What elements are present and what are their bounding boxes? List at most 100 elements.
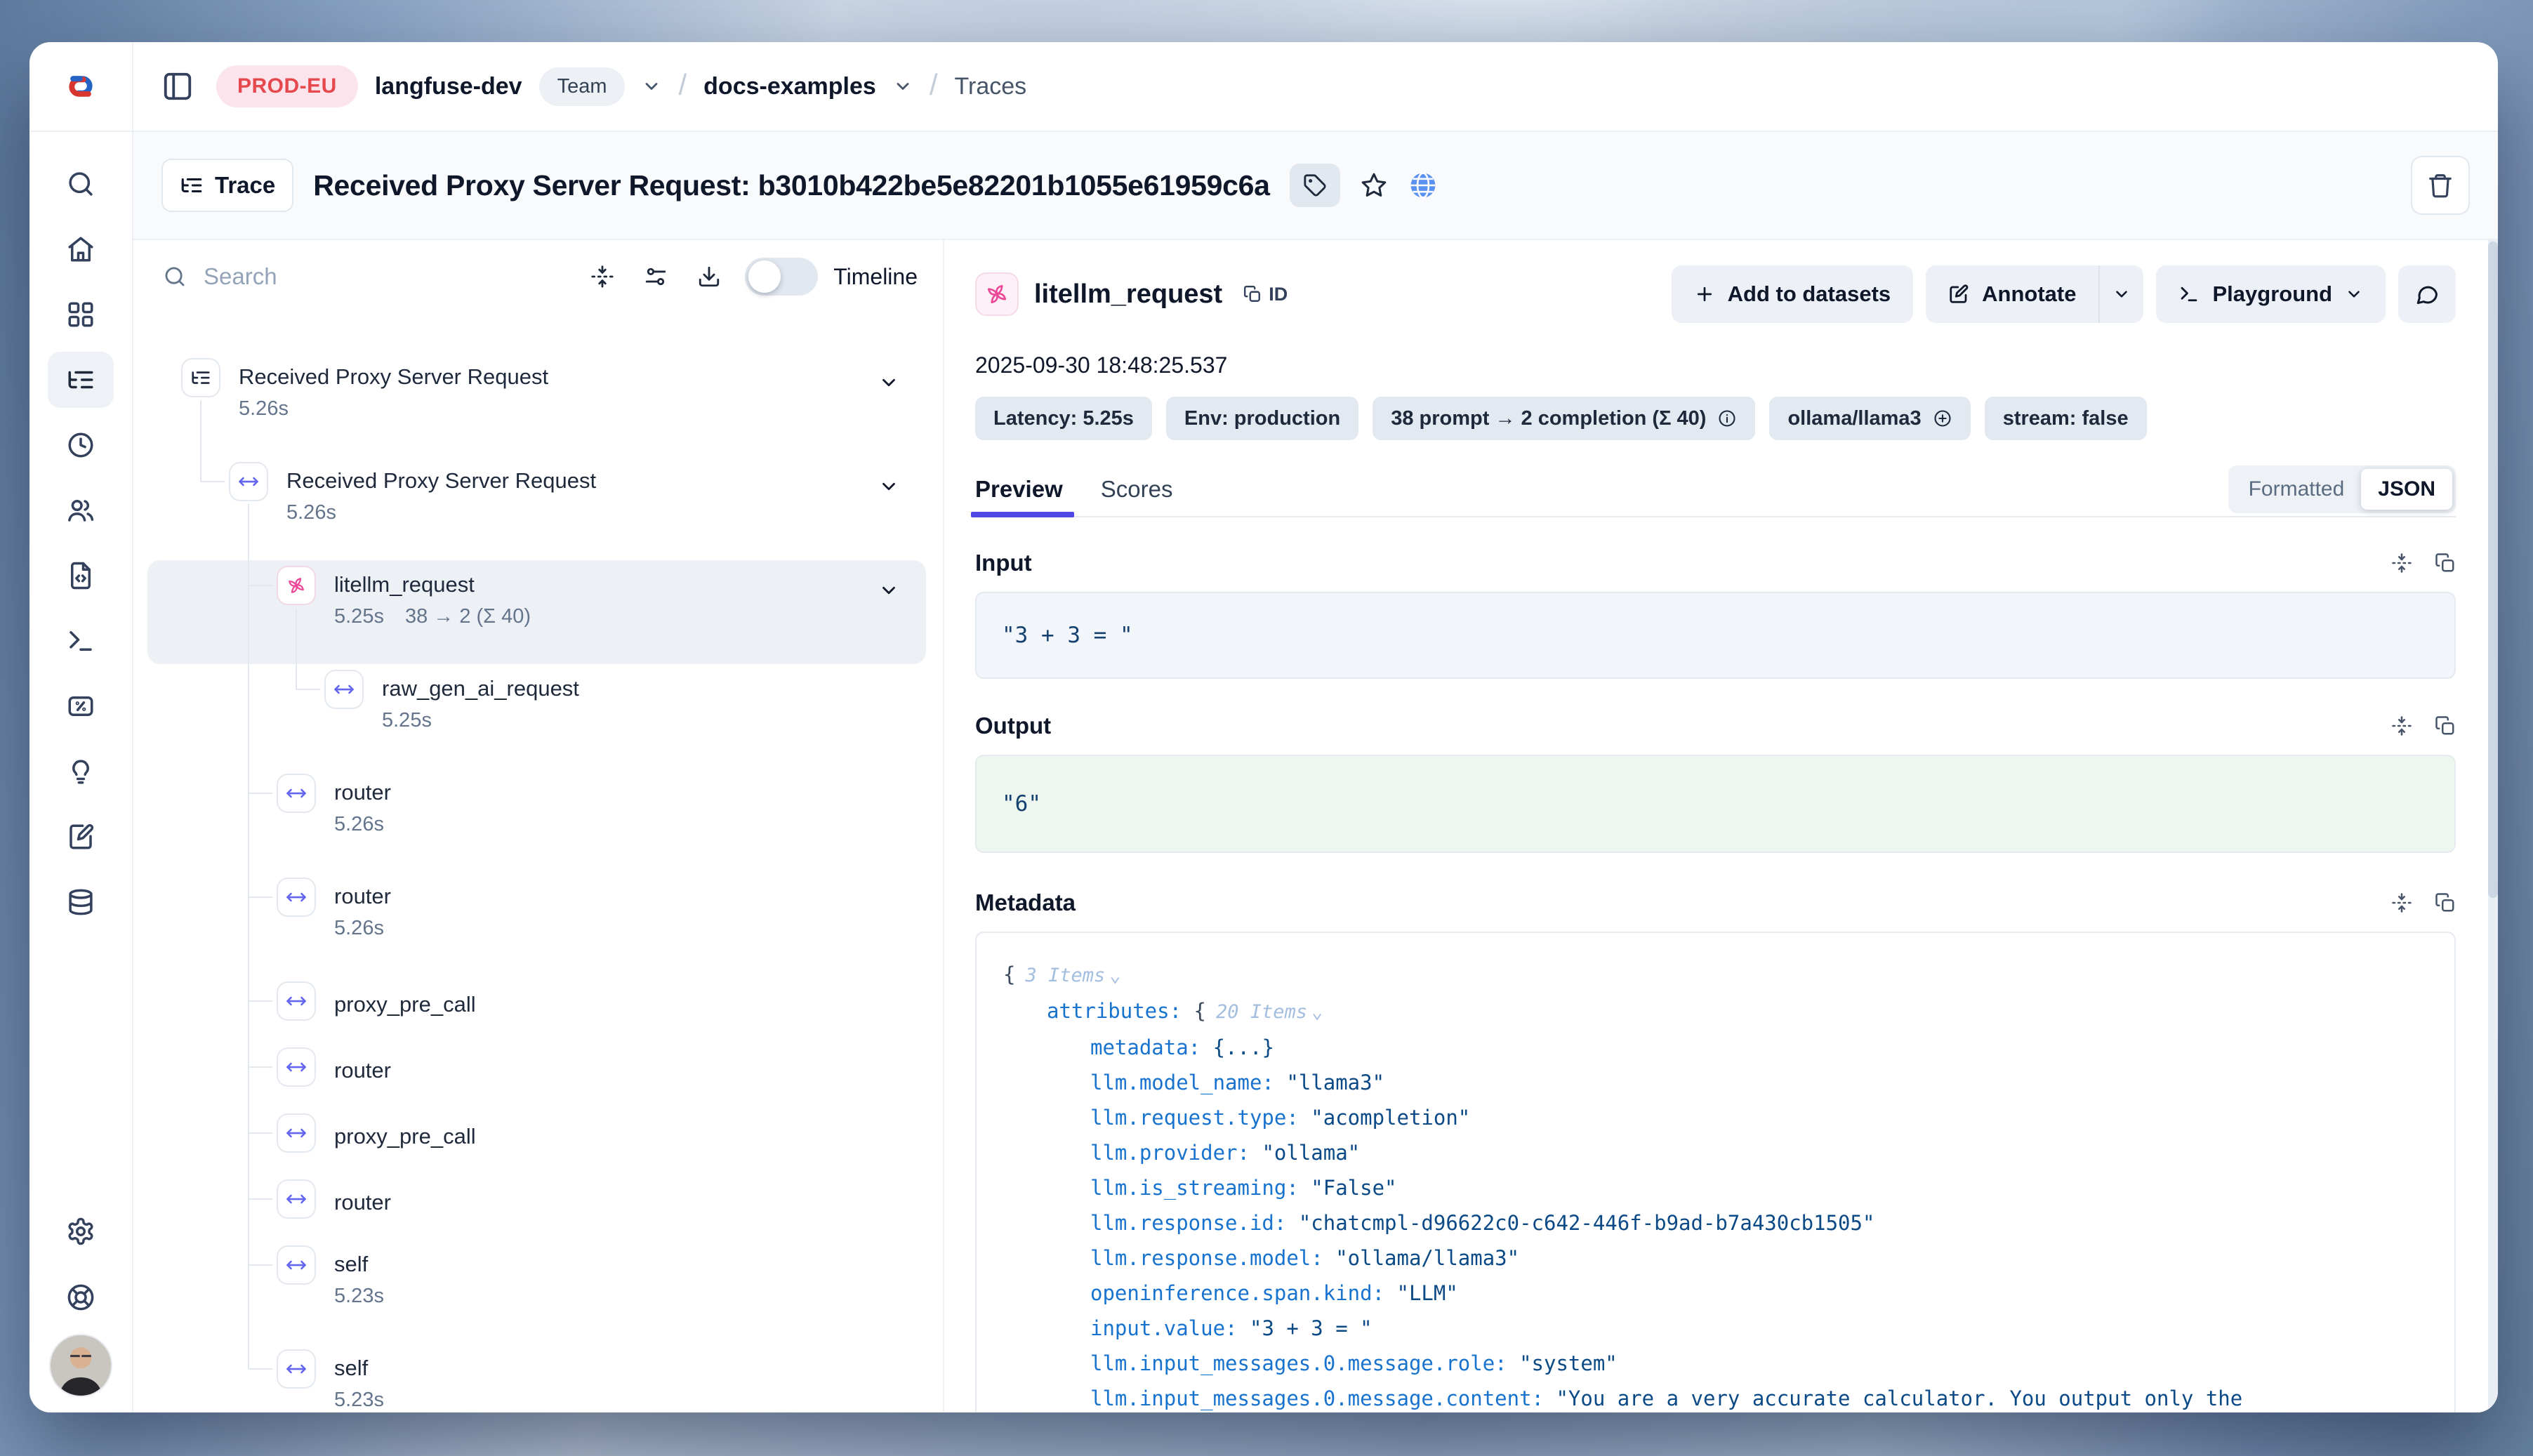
sidebar-item-annotations[interactable] [48, 809, 114, 865]
scrollbar-thumb[interactable] [2488, 241, 2498, 898]
tree-node-router[interactable]: router5.26s [147, 768, 926, 872]
search-input[interactable]: Search [163, 263, 590, 290]
content-row: Search Timeline Received Proxy Server Re… [133, 240, 2498, 1412]
sidebar-item-settings[interactable] [48, 1203, 114, 1259]
sidebar-item-playground[interactable] [48, 613, 114, 669]
chevron-down-icon[interactable] [642, 77, 661, 96]
sidebar-item-search[interactable] [48, 156, 114, 212]
move-horizontal-icon [277, 1349, 316, 1389]
node-metrics: 5.23s [334, 1389, 384, 1412]
view-option-json[interactable]: JSON [2361, 469, 2452, 510]
tree-node-raw_gen_ai_request[interactable]: raw_gen_ai_request5.25s [147, 664, 926, 768]
node-metrics: 5.26s [334, 917, 391, 940]
tree-node-litellm_request[interactable]: litellm_request5.25s38 → 2 (Σ 40) [147, 560, 926, 664]
json-line: metadata: {...} [1003, 1030, 2428, 1065]
sidebar-item-datasets[interactable] [48, 874, 114, 930]
json-line: llm.is_streaming: "False" [1003, 1170, 2428, 1205]
input-section-header: Input [975, 550, 2456, 576]
sidebar-item-sessions[interactable] [48, 417, 114, 473]
copy-id-chip[interactable]: ID [1243, 284, 1288, 305]
input-value-box: "3 + 3 = " [975, 592, 2456, 679]
user-avatar[interactable] [51, 1335, 111, 1396]
json-line: {3 Items⌄ [1003, 957, 2428, 993]
copy-icon[interactable] [2435, 892, 2456, 913]
tree-node-Received Proxy Server Request[interactable]: Received Proxy Server Request5.26s [147, 456, 926, 560]
metadata-section-header: Metadata [975, 889, 2456, 916]
sidebar-item-evaluators[interactable] [48, 678, 114, 734]
sidebar-item-support[interactable] [48, 1269, 114, 1325]
tree-node-self[interactable]: self5.23s [147, 1240, 926, 1344]
download-icon[interactable] [697, 265, 721, 289]
trace-tree: Received Proxy Server Request5.26sReceiv… [133, 313, 943, 1412]
node-name: router [334, 1057, 391, 1084]
tab-scores[interactable]: Scores [1101, 463, 1173, 516]
observation-detail-panel: litellm_request ID Add to datasets [944, 240, 2498, 1412]
breadcrumb-section[interactable]: Traces [955, 73, 1027, 100]
chevron-down-icon[interactable] [878, 580, 899, 601]
move-horizontal-icon [229, 462, 268, 501]
sidebar-nav [48, 132, 114, 930]
node-metrics: 5.25s [382, 709, 579, 732]
tree-node-Received Proxy Server Request[interactable]: Received Proxy Server Request 5.26s [147, 352, 926, 456]
tree-node-self[interactable]: self5.23s [147, 1344, 926, 1412]
info-icon[interactable] [1717, 409, 1737, 428]
chevron-down-icon[interactable] [893, 77, 913, 96]
tab-preview[interactable]: Preview [975, 463, 1063, 516]
tag-button[interactable] [1290, 164, 1340, 207]
sidebar-item-home[interactable] [48, 221, 114, 277]
chevron-down-icon[interactable] [878, 476, 899, 497]
public-globe-button[interactable] [1408, 170, 1439, 201]
breadcrumb-project[interactable]: docs-examples [703, 73, 876, 100]
node-name: Received Proxy Server Request [239, 364, 548, 390]
playground-button[interactable]: Playground [2156, 265, 2386, 323]
copy-icon[interactable] [2435, 552, 2456, 574]
tree-node-proxy_pre_call[interactable]: proxy_pre_call [147, 976, 926, 1042]
plus-icon [1694, 284, 1715, 305]
app-header: PROD-EU langfuse-dev Team / docs-example… [133, 42, 2498, 132]
bookmark-star-button[interactable] [1360, 171, 1388, 199]
filter-settings-icon[interactable] [644, 265, 668, 289]
delete-trace-button[interactable] [2411, 156, 2470, 215]
plus-circle-icon[interactable] [1933, 409, 1952, 428]
environment-badge[interactable]: PROD-EU [216, 65, 358, 107]
scrollbar[interactable] [2488, 240, 2498, 1412]
icon-sidebar [29, 42, 133, 1412]
collapse-toggle[interactable]: 3 Items⌄ [1025, 965, 1120, 986]
output-section-icons [2391, 715, 2456, 736]
sidebar-item-tracing[interactable] [48, 352, 114, 408]
chevron-down-icon[interactable] [878, 372, 899, 393]
move-horizontal-icon [277, 774, 316, 813]
view-option-formatted[interactable]: Formatted [2232, 469, 2362, 510]
tree-node-router[interactable]: router [147, 1174, 926, 1240]
fold-vertical-icon[interactable] [2391, 552, 2412, 574]
json-line: llm.model_name: "llama3" [1003, 1065, 2428, 1100]
input-heading: Input [975, 550, 1032, 576]
add-to-datasets-button[interactable]: Add to datasets [1672, 265, 1914, 323]
timeline-toggle[interactable] [745, 258, 818, 296]
comments-button[interactable] [2398, 265, 2456, 323]
sidebar-item-insights[interactable] [48, 743, 114, 800]
collapse-all-icon[interactable] [590, 265, 614, 289]
terminal-icon [2178, 284, 2200, 305]
tree-node-proxy_pre_call[interactable]: proxy_pre_call [147, 1108, 926, 1174]
json-line: llm.provider: "ollama" [1003, 1135, 2428, 1170]
badge-label: Env: production [1184, 407, 1340, 430]
breadcrumb-organization[interactable]: langfuse-dev [375, 73, 522, 100]
sidebar-item-users[interactable] [48, 482, 114, 538]
node-metrics: 5.25s38 → 2 (Σ 40) [334, 605, 531, 628]
sidebar-item-dashboards[interactable] [48, 286, 114, 343]
collapse-toggle[interactable]: 20 Items⌄ [1216, 1001, 1323, 1023]
trash-icon [2427, 172, 2454, 199]
annotate-dropdown-button[interactable] [2098, 265, 2143, 323]
playground-label: Playground [2212, 282, 2332, 307]
sidebar-item-prompts[interactable] [48, 548, 114, 604]
node-metrics: 5.26s [239, 397, 548, 421]
sidebar-toggle-icon[interactable] [161, 70, 194, 102]
fold-vertical-icon[interactable] [2391, 892, 2412, 913]
copy-icon[interactable] [2435, 715, 2456, 736]
screen: PROD-EU langfuse-dev Team / docs-example… [0, 0, 2533, 1456]
annotate-button[interactable]: Annotate [1926, 265, 2098, 323]
fold-vertical-icon[interactable] [2391, 715, 2412, 736]
tree-node-router[interactable]: router [147, 1042, 926, 1108]
tree-node-router[interactable]: router5.26s [147, 872, 926, 976]
